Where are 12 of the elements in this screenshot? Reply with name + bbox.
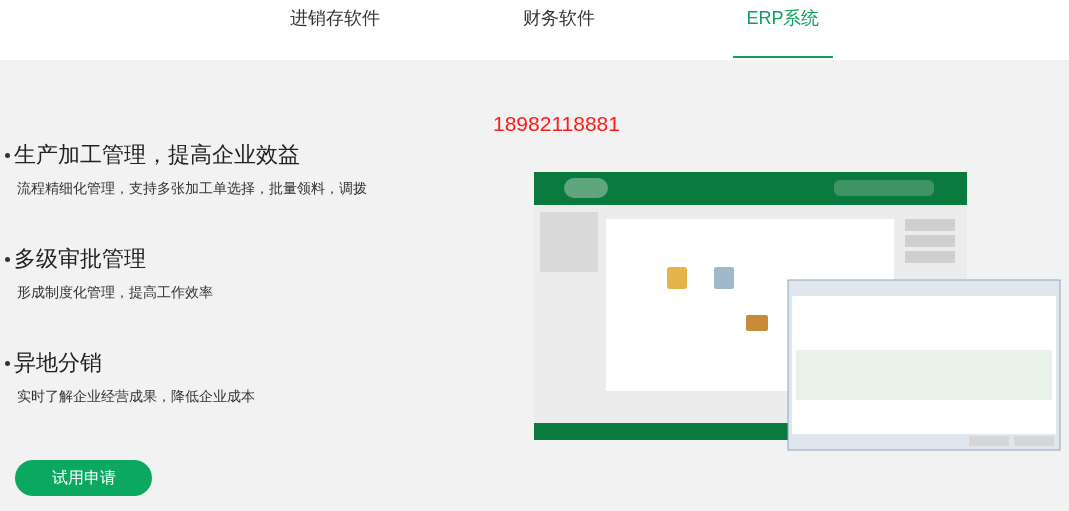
feature-description: 实时了解企业经营成果，降低企业成本 (17, 387, 256, 406)
phone-number: 18982118881 (493, 111, 620, 137)
feature-title: 生产加工管理，提高企业效益 (14, 141, 300, 169)
feature-description: 形成制度化管理，提高工作效率 (17, 283, 214, 302)
nav-tab[interactable]: 财务软件 (509, 0, 609, 58)
feature-title: 多级审批管理 (14, 245, 146, 273)
feature-description: 流程精细化管理，支持多张加工单选择，批量领料，调拨 (17, 179, 367, 198)
bullet-icon (5, 256, 10, 262)
nav-tab[interactable]: 进销存软件 (285, 0, 385, 58)
feature-title: 异地分销 (14, 349, 102, 377)
bullet-icon (5, 152, 10, 158)
bullet-icon (5, 360, 10, 366)
